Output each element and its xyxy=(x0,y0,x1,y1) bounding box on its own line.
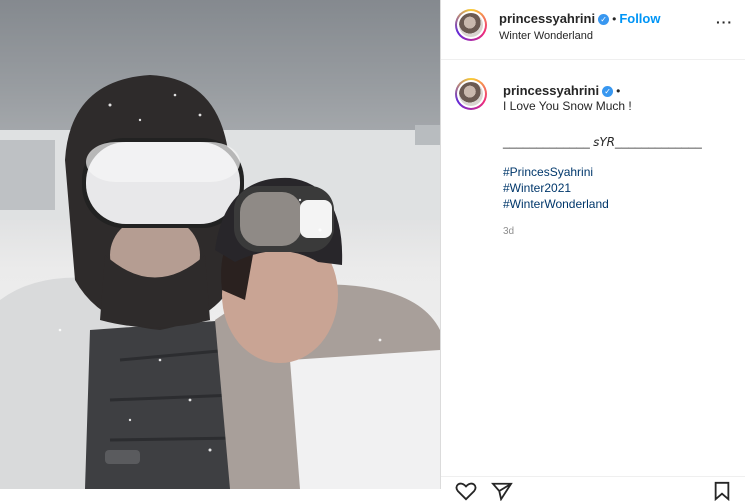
caption-text: I Love You Snow Much ! xyxy=(503,99,632,113)
verified-badge-icon: ✓ xyxy=(602,86,614,97)
caption-username[interactable]: princessyahrini xyxy=(503,83,599,98)
post-timestamp[interactable]: 3d xyxy=(503,226,514,237)
action-bar xyxy=(441,476,745,501)
author-username[interactable]: princessyahrini xyxy=(499,11,595,26)
hashtag-link[interactable]: #Winter2021 xyxy=(503,180,609,196)
post-location[interactable]: Winter Wonderland xyxy=(499,30,593,42)
hashtag-link[interactable]: #WinterWonderland xyxy=(503,196,609,212)
post-header: princessyahrini ✓ • Follow Winter Wonderlan… xyxy=(441,0,745,60)
couple-in-snow-image xyxy=(0,0,440,489)
separator-dot: • xyxy=(612,12,617,26)
hashtag-list: #PrincesSyahrini #Winter2021 #WinterWond… xyxy=(503,164,609,212)
post-photo[interactable] xyxy=(0,0,440,489)
separator-dot: • xyxy=(616,84,621,98)
send-icon[interactable] xyxy=(491,481,513,501)
caption-signature: _____________ 𝘴𝘠𝘙_____________ xyxy=(503,135,702,149)
more-horizontal-icon[interactable]: ··· xyxy=(716,14,733,30)
post-side-panel: princessyahrini ✓ • Follow Winter Wonderlan… xyxy=(440,0,745,501)
author-avatar[interactable] xyxy=(455,9,487,41)
caption-avatar[interactable] xyxy=(455,78,487,110)
hashtag-link[interactable]: #PrincesSyahrini xyxy=(503,164,609,180)
verified-badge-icon: ✓ xyxy=(598,14,610,25)
bookmark-icon[interactable] xyxy=(713,481,731,501)
heart-icon[interactable] xyxy=(455,481,477,501)
follow-button[interactable]: Follow xyxy=(619,11,660,26)
